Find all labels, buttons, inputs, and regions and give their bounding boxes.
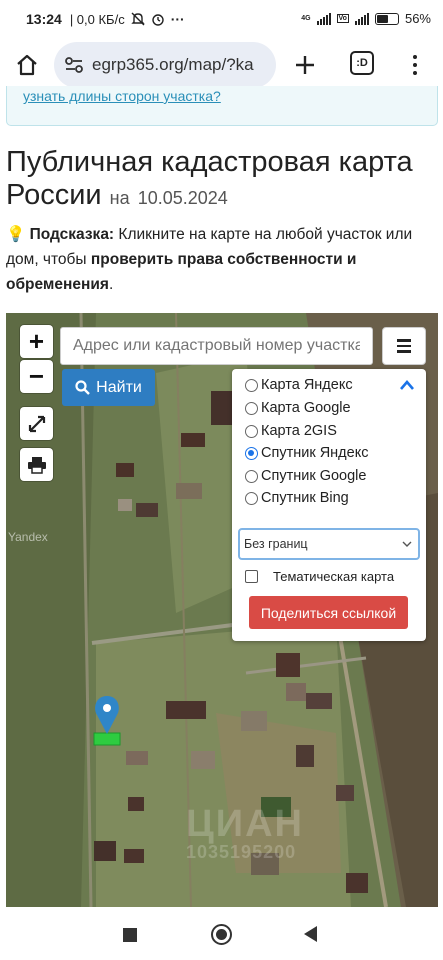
borders-select[interactable]: Без границ (238, 528, 420, 560)
radio-google-satellite[interactable] (245, 469, 258, 483)
address-bar[interactable]: egrp365.org/map/?ka (54, 42, 276, 88)
battery-fill (376, 14, 388, 23)
find-button[interactable]: Найти (62, 369, 155, 406)
listing-watermark-id: 1035195200 (186, 842, 297, 862)
listing-watermark-brand: ЦИАН (186, 803, 304, 845)
layer-label: Спутник Google (261, 468, 367, 484)
url-text: egrp365.org/map/?ka (92, 55, 254, 74)
battery-percent: 56% (404, 11, 431, 26)
layer-label: Карта 2GIS (261, 423, 337, 439)
radio-yandex-satellite[interactable] (245, 446, 258, 460)
zoom-out-button[interactable]: − (20, 360, 53, 393)
lte-label: 4G (301, 15, 311, 22)
title-date-prefix: на (109, 188, 130, 208)
map-provider-watermark: Yandex (8, 530, 48, 544)
layer-option-google-map[interactable]: Карта Google (245, 398, 351, 418)
listing-watermark: ЦИАН 1035195200 (186, 803, 304, 863)
share-link-button[interactable]: Поделиться ссылкой (249, 596, 408, 629)
tip-end: . (108, 276, 114, 293)
hint-box: узнать длины сторон участка? (6, 86, 438, 126)
tip-label: Подсказка: (29, 226, 115, 243)
alarm-icon (152, 14, 164, 26)
cadastral-map[interactable]: Yandex ЦИАН1035195200 + − Найти Карта Ян… (6, 313, 438, 907)
layer-option-bing-satellite[interactable]: Спутник Bing (245, 488, 349, 508)
search-input[interactable] (60, 327, 373, 365)
home-circle-icon[interactable] (211, 924, 232, 945)
mute-icon (131, 12, 145, 26)
layers-menu-button[interactable] (382, 327, 426, 365)
signal-icon-2 (354, 12, 369, 25)
battery-icon (374, 12, 399, 25)
tabs-icon[interactable]: :D (350, 51, 374, 75)
chevron-up-icon[interactable] (399, 379, 415, 391)
print-button[interactable] (20, 448, 53, 481)
radio-google-map[interactable] (245, 401, 258, 415)
radio-yandex-map[interactable] (245, 378, 258, 392)
more-vert-icon[interactable] (404, 50, 426, 80)
system-navigation-bar (0, 907, 443, 960)
layer-label: Спутник Яндекс (261, 445, 369, 461)
signal-icon (316, 12, 331, 25)
fullscreen-icon (28, 415, 45, 432)
title-date: 10.05.2024 (137, 188, 228, 208)
layer-option-google-satellite[interactable]: Спутник Google (245, 466, 366, 486)
thematic-map-option[interactable]: Тематическая карта (245, 569, 394, 584)
status-bar: 13:24 | 0,0 КБ/с ··· 4G Vo 56% (0, 0, 443, 38)
layer-option-2gis-map[interactable]: Карта 2GIS (245, 421, 337, 441)
more-notifications: ··· (170, 11, 185, 27)
borders-select-value: Без границ (244, 537, 308, 551)
network-speed: | 0,0 КБ/с (69, 11, 125, 27)
layer-option-yandex-map[interactable]: Карта Яндекс (245, 375, 353, 395)
printer-icon (27, 456, 46, 474)
layer-label: Карта Google (261, 400, 351, 416)
chevron-down-icon (402, 541, 412, 547)
page-title: Публичная кадастровая карта России на 10… (6, 146, 438, 215)
find-button-label: Найти (96, 378, 142, 396)
layer-label: Карта Яндекс (261, 377, 353, 393)
thematic-map-checkbox[interactable] (245, 570, 258, 583)
radio-2gis-map[interactable] (245, 424, 258, 438)
new-tab-button[interactable] (290, 50, 320, 80)
bulb-icon: 💡 (6, 226, 26, 243)
radio-bing-satellite[interactable] (245, 491, 258, 505)
tip-text: 💡 Подсказка: Кликните на карте на любой … (6, 222, 438, 297)
home-icon (17, 54, 37, 76)
thematic-map-label: Тематическая карта (273, 569, 395, 584)
layer-label: Спутник Bing (261, 490, 349, 506)
recent-apps-icon[interactable] (123, 928, 137, 942)
home-button[interactable] (12, 50, 42, 80)
fullscreen-button[interactable] (20, 407, 53, 440)
plus-icon (296, 56, 314, 74)
back-icon[interactable] (304, 926, 317, 942)
layer-option-yandex-satellite[interactable]: Спутник Яндекс (245, 443, 368, 463)
layers-panel: Карта Яндекс Карта Google Карта 2GIS Спу… (232, 369, 426, 641)
search-icon (75, 380, 91, 395)
zoom-in-button[interactable]: + (20, 325, 53, 358)
site-settings-icon[interactable] (64, 56, 84, 74)
side-length-link[interactable]: узнать длины сторон участка? (23, 88, 221, 104)
volte-label: Vo (336, 14, 349, 23)
clock: 13:24 (26, 11, 62, 27)
